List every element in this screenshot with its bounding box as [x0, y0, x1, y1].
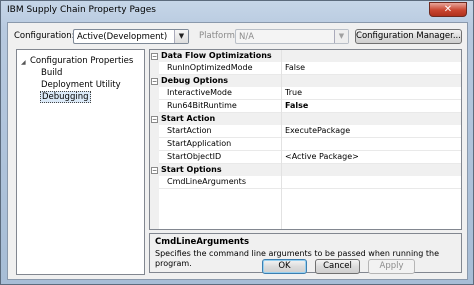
property-name: CmdLineArguments [167, 177, 246, 186]
tree-item-configuration-properties[interactable]: Configuration Properties [30, 56, 133, 66]
column-splitter[interactable] [281, 50, 282, 229]
title-bar[interactable]: IBM Supply Chain Property Pages ✕ [1, 1, 473, 21]
collapse-icon[interactable]: − [151, 167, 158, 174]
property-name: InteractiveMode [167, 88, 232, 97]
dialog-client-area: Configuration: Active(Development) ▼ Pla… [7, 22, 468, 280]
property-row-cmdlinearguments[interactable]: CmdLineArguments [159, 176, 461, 189]
configuration-label: Configuration: [14, 31, 75, 41]
property-row-startapplication[interactable]: StartApplication [159, 138, 461, 151]
configuration-manager-button[interactable]: Configuration Manager... [355, 29, 462, 44]
property-grid[interactable]: Data Flow Optimizations − RunInOptimized… [149, 49, 462, 230]
window-title: IBM Supply Chain Property Pages [7, 5, 156, 15]
cancel-button[interactable]: Cancel [315, 259, 360, 274]
property-value: False [285, 63, 306, 72]
platform-value: N/A [239, 32, 255, 42]
property-value: True [285, 88, 302, 97]
description-title: CmdLineArguments [155, 237, 250, 247]
apply-button: Apply [368, 259, 415, 274]
property-value: ExecutePackage [285, 126, 351, 135]
property-pages-window: IBM Supply Chain Property Pages ✕ Config… [0, 0, 474, 285]
chevron-down-icon: ▼ [334, 30, 348, 43]
close-icon: ✕ [443, 4, 453, 15]
tree-item-deployment-utility[interactable]: Deployment Utility [41, 80, 121, 90]
collapse-icon[interactable]: − [151, 78, 158, 85]
property-row-runinoptimizedmode[interactable]: RunInOptimizedMode False [159, 62, 461, 75]
category-label: Debug Options [161, 76, 229, 85]
category-label: Data Flow Optimizations [161, 51, 272, 60]
property-name: Run64BitRuntime [167, 101, 237, 110]
platform-label: Platform: [199, 31, 238, 41]
grid-gutter [150, 50, 159, 229]
configuration-dropdown[interactable]: Active(Development) ▼ [73, 29, 189, 44]
platform-dropdown: N/A ▼ [235, 29, 349, 44]
ok-button[interactable]: OK [262, 259, 307, 274]
collapse-icon[interactable]: − [151, 53, 158, 60]
category-debug-options[interactable]: Debug Options [159, 75, 461, 87]
configuration-value: Active(Development) [77, 32, 168, 42]
property-name: StartApplication [167, 139, 232, 148]
tree-item-build[interactable]: Build [41, 68, 62, 78]
property-name: StartAction [167, 126, 212, 135]
tree-item-debugging[interactable]: Debugging [40, 91, 91, 103]
property-name: StartObjectID [167, 152, 222, 161]
category-label: Start Action [161, 114, 216, 123]
property-value: False [285, 101, 309, 110]
category-label: Start Options [161, 165, 222, 174]
property-tree[interactable]: ◢ Configuration Properties Build Deploym… [16, 49, 145, 275]
category-data-flow-optimizations[interactable]: Data Flow Optimizations [159, 50, 461, 62]
category-start-options[interactable]: Start Options [159, 164, 461, 176]
collapse-icon[interactable]: − [151, 116, 158, 123]
chevron-down-icon: ▼ [174, 30, 188, 43]
property-value: <Active Package> [285, 152, 359, 161]
close-button[interactable]: ✕ [429, 2, 467, 17]
property-row-interactivemode[interactable]: InteractiveMode True [159, 87, 461, 100]
category-start-action[interactable]: Start Action [159, 113, 461, 125]
tree-expander-icon[interactable]: ◢ [21, 59, 26, 66]
property-row-run64bitruntime[interactable]: Run64BitRuntime False [159, 100, 461, 113]
property-row-startaction[interactable]: StartAction ExecutePackage [159, 125, 461, 138]
property-row-startobjectid[interactable]: StartObjectID <Active Package> [159, 151, 461, 164]
property-name: RunInOptimizedMode [167, 63, 253, 72]
